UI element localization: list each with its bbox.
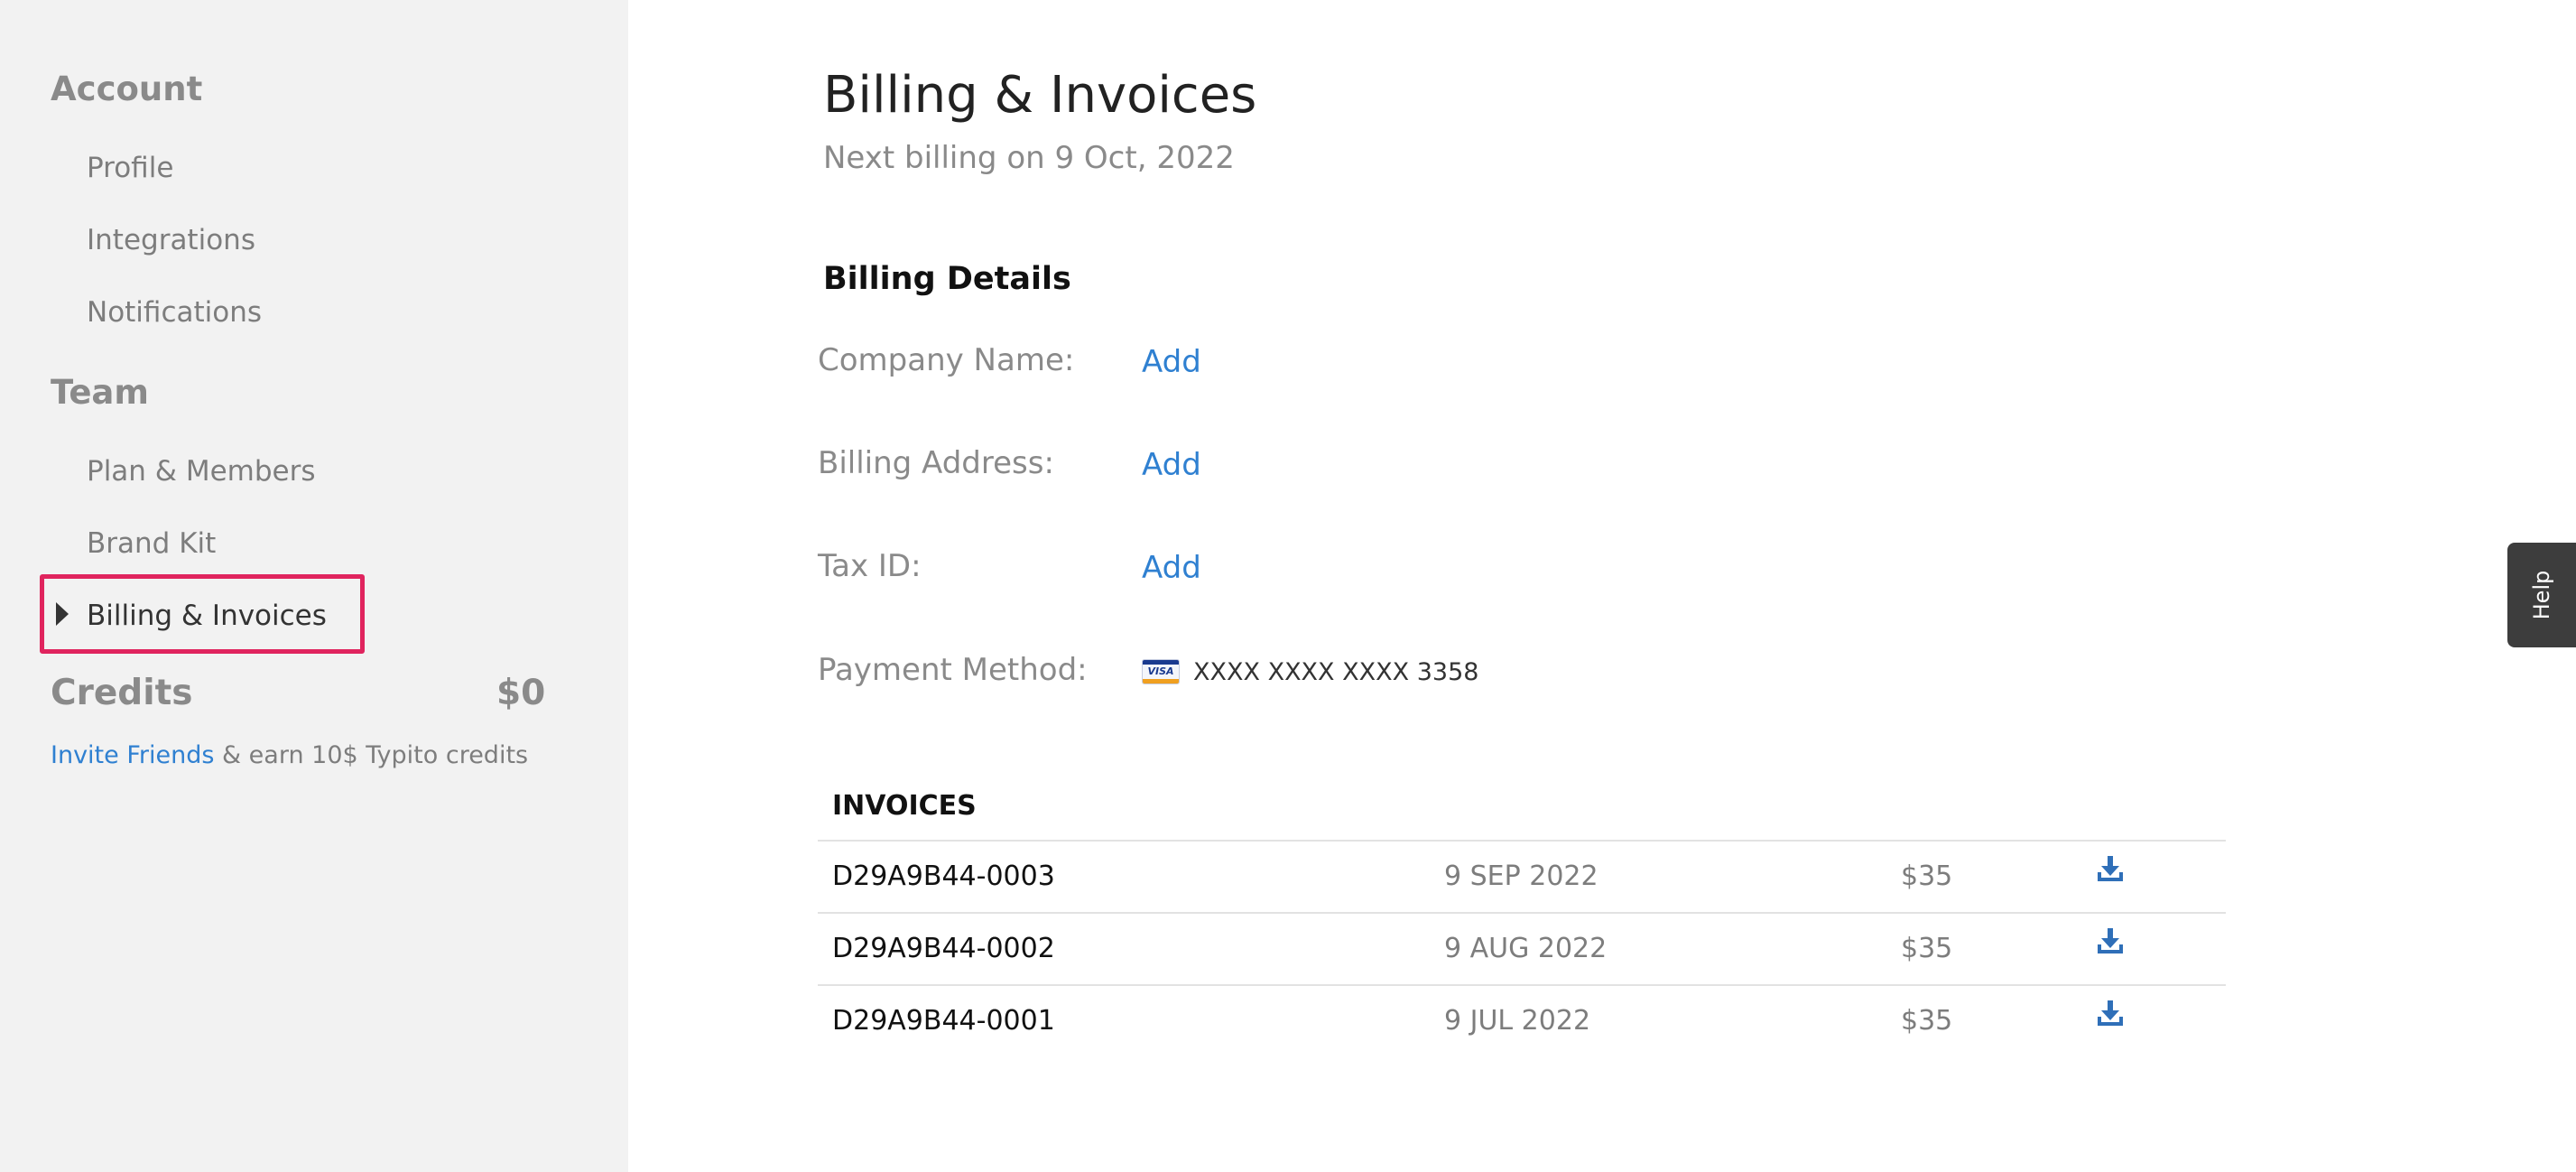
sidebar-item-billing-invoices[interactable]: Billing & Invoices (87, 602, 327, 630)
add-billing-address-link[interactable]: Add (1142, 450, 1201, 480)
visa-card-icon: VISA (1142, 659, 1180, 684)
billing-address-label: Billing Address: (818, 445, 1054, 481)
invoices-title: INVOICES (832, 790, 977, 822)
invoice-row: D29A9B44-0002 9 AUG 2022 $35 (818, 914, 2226, 984)
billing-details-title: Billing Details (823, 261, 1071, 297)
invoice-amount: $35 (1901, 860, 1953, 892)
invite-text: & earn 10$ Typito credits (214, 741, 529, 769)
invoice-id: D29A9B44-0001 (832, 1005, 1055, 1037)
account-heading: Account (51, 70, 203, 108)
invoice-id: D29A9B44-0003 (832, 860, 1055, 892)
tax-id-label: Tax ID: (818, 548, 922, 584)
team-heading: Team (51, 373, 149, 412)
invoice-date: 9 JUL 2022 (1444, 1005, 1591, 1037)
invite-line: Invite Friends & earn 10$ Typito credits (51, 743, 528, 767)
company-name-label: Company Name: (818, 342, 1075, 378)
download-icon[interactable] (2096, 999, 2125, 1029)
sidebar-item-notifications[interactable]: Notifications (87, 299, 262, 327)
download-icon[interactable] (2096, 926, 2125, 957)
download-icon[interactable] (2096, 854, 2125, 885)
invoice-row: D29A9B44-0001 9 JUL 2022 $35 (818, 986, 2226, 1056)
invite-friends-link[interactable]: Invite Friends (51, 741, 214, 769)
caret-right-icon (56, 602, 69, 626)
add-company-name-link[interactable]: Add (1142, 347, 1201, 377)
invoice-row: D29A9B44-0003 9 SEP 2022 $35 (818, 842, 2226, 912)
invoice-id: D29A9B44-0002 (832, 933, 1055, 964)
sidebar: Account Profile Integrations Notificatio… (0, 0, 628, 1172)
sidebar-item-integrations[interactable]: Integrations (87, 227, 255, 255)
help-label: Help (2529, 570, 2554, 620)
help-tab[interactable]: Help (2507, 543, 2576, 647)
sidebar-item-brand-kit[interactable]: Brand Kit (87, 530, 216, 558)
next-billing-text: Next billing on 9 Oct, 2022 (823, 140, 1235, 176)
sidebar-item-plan-members[interactable]: Plan & Members (87, 458, 316, 486)
add-tax-id-link[interactable]: Add (1142, 553, 1201, 583)
invoice-amount: $35 (1901, 933, 1953, 964)
payment-method-label: Payment Method: (818, 652, 1088, 688)
invoice-amount: $35 (1901, 1005, 1953, 1037)
card-number: XXXX XXXX XXXX 3358 (1193, 658, 1479, 686)
page-title: Billing & Invoices (823, 66, 1257, 125)
invoice-date: 9 AUG 2022 (1444, 933, 1608, 964)
sidebar-item-profile[interactable]: Profile (87, 154, 173, 182)
credits-label: Credits (51, 673, 193, 713)
invoice-date: 9 SEP 2022 (1444, 860, 1598, 892)
credits-value: $0 (496, 673, 546, 713)
